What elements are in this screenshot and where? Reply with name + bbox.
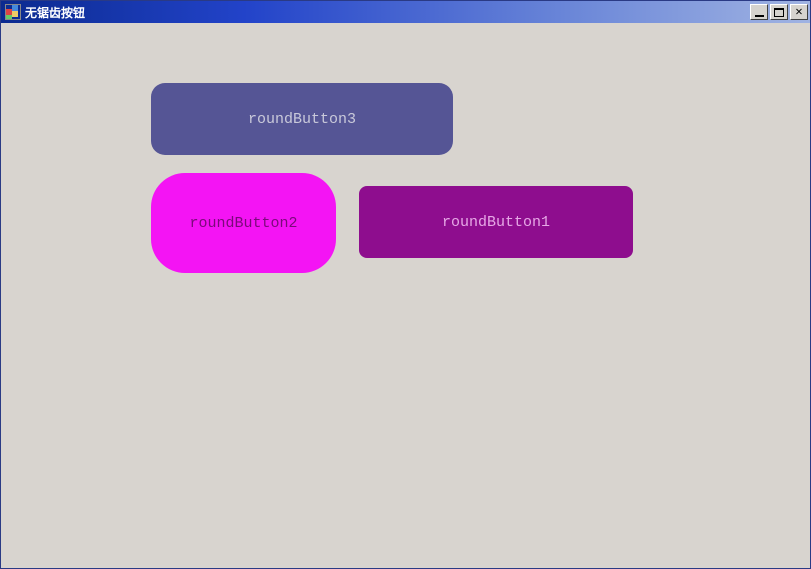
round-button-3-label: roundButton3	[248, 111, 356, 128]
app-icon	[5, 4, 21, 20]
close-button[interactable]: ✕	[790, 4, 808, 20]
minimize-button[interactable]	[750, 4, 768, 20]
maximize-button[interactable]	[770, 4, 788, 20]
round-button-2[interactable]: roundButton2	[151, 173, 336, 273]
titlebar: 无锯齿按钮 ✕	[1, 1, 810, 23]
client-area: roundButton3 roundButton2 roundButton1	[1, 23, 810, 568]
minimize-icon	[755, 15, 764, 17]
window-title: 无锯齿按钮	[25, 4, 85, 21]
close-icon: ✕	[795, 6, 802, 18]
round-button-3[interactable]: roundButton3	[151, 83, 453, 155]
maximize-icon	[774, 8, 784, 17]
round-button-1[interactable]: roundButton1	[359, 186, 633, 258]
round-button-2-label: roundButton2	[189, 215, 297, 232]
round-button-1-label: roundButton1	[442, 214, 550, 231]
app-window: 无锯齿按钮 ✕ roundButton3 roundButton2 roundB…	[0, 0, 811, 569]
